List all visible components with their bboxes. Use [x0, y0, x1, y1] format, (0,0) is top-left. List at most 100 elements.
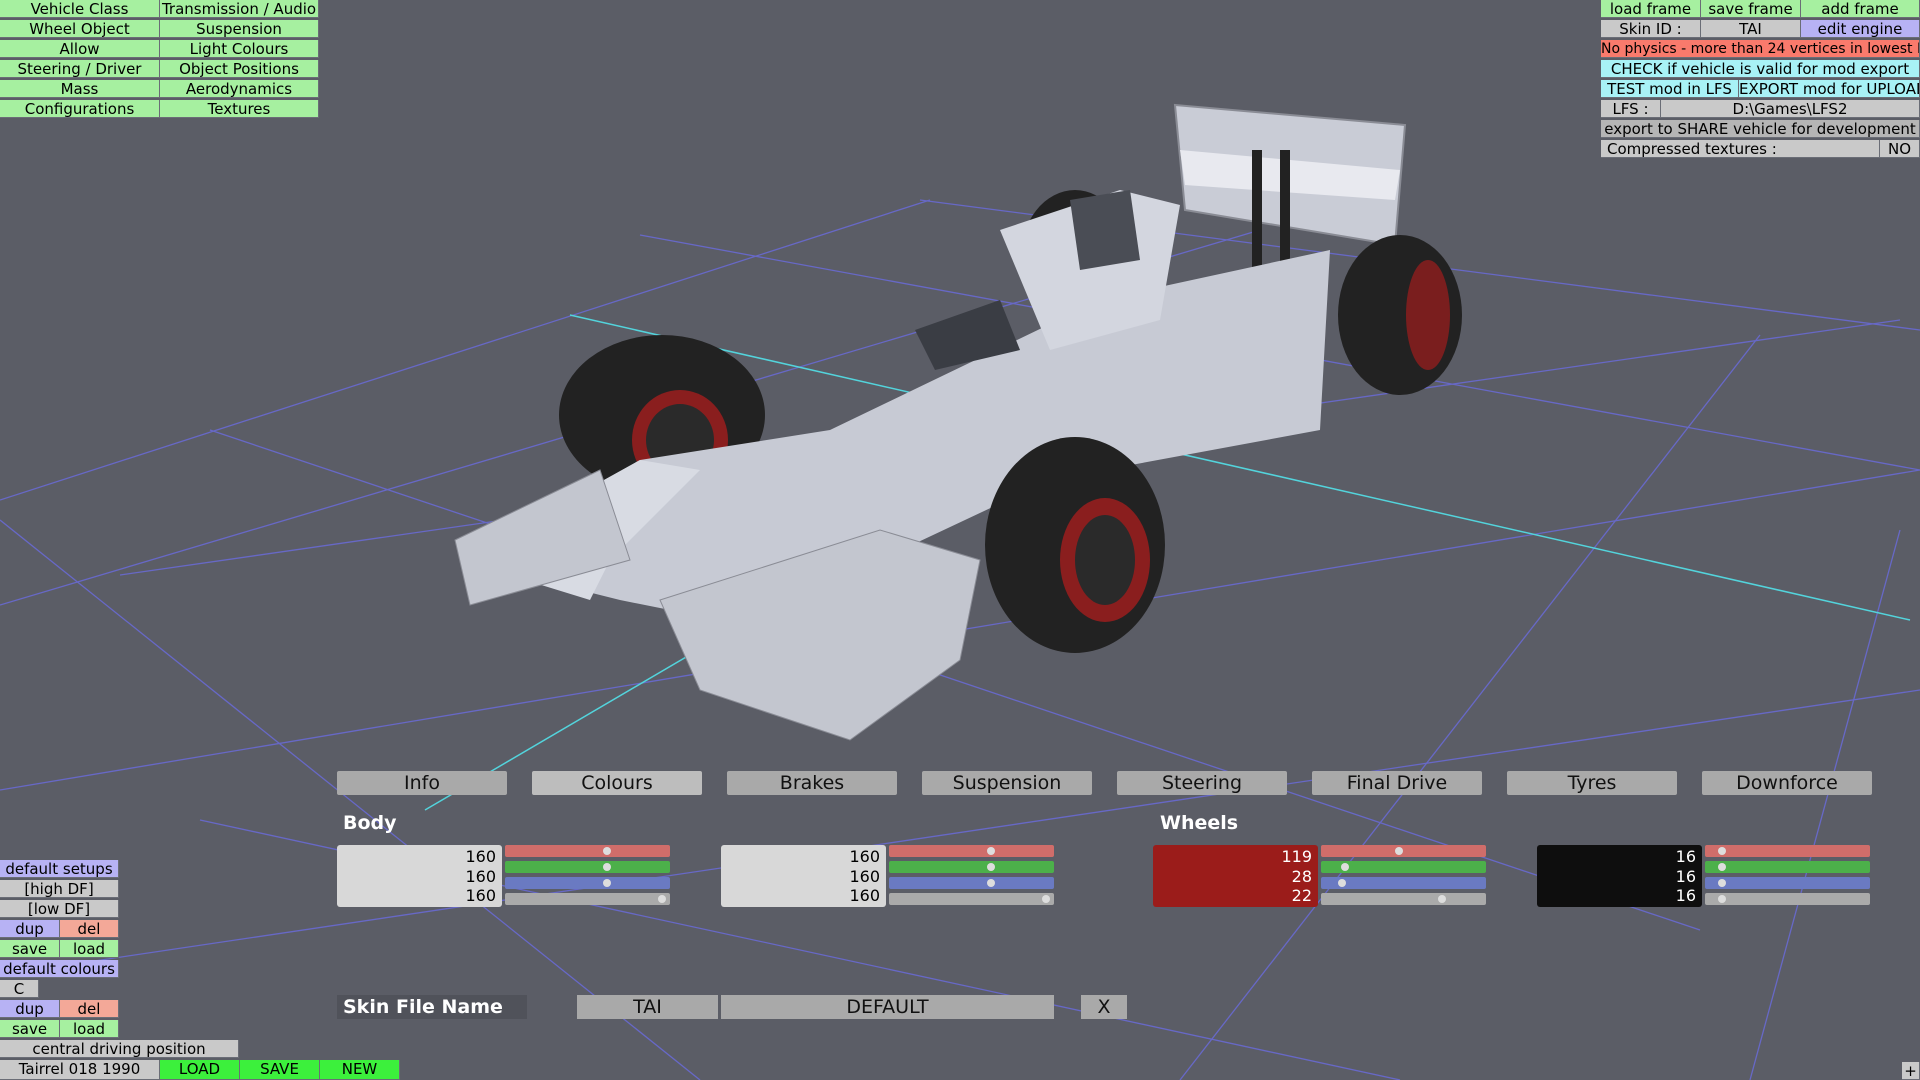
compressed-textures-toggle[interactable]: NO	[1880, 140, 1920, 158]
channel-slider[interactable]	[1705, 877, 1870, 889]
menu-item-textures[interactable]: Textures	[160, 100, 319, 118]
menu-item-light-colours[interactable]: Light Colours	[160, 40, 319, 58]
slider-handle[interactable]	[602, 863, 611, 871]
skin-id-label: Skin ID :	[1601, 20, 1701, 38]
menu-item-steering-driver[interactable]: Steering / Driver	[0, 60, 160, 78]
channel-value-g: 16	[1675, 866, 1696, 886]
channel-slider[interactable]	[889, 877, 1054, 889]
slider-handle[interactable]	[986, 879, 995, 887]
channel-value-r: 119	[1281, 847, 1312, 866]
low-df-setup[interactable]: [low DF]	[0, 900, 119, 918]
channel-slider[interactable]	[1705, 861, 1870, 873]
channel-slider[interactable]	[889, 893, 1054, 905]
channel-value-r: 160	[849, 847, 880, 866]
tab-tyres[interactable]: Tyres	[1507, 771, 1677, 795]
tab-final-drive[interactable]: Final Drive	[1312, 771, 1482, 795]
channel-slider[interactable]	[1321, 893, 1486, 905]
slider-handle[interactable]	[1042, 895, 1050, 903]
slider-handle[interactable]	[1717, 863, 1726, 871]
setup-load-button[interactable]: load	[60, 940, 119, 958]
export-share-button[interactable]: export to SHARE vehicle for development	[1601, 120, 1920, 138]
load-car-button[interactable]: LOAD	[160, 1060, 240, 1080]
slider-handle[interactable]	[986, 863, 995, 871]
lfs-path-field[interactable]: D:\Games\LFS2	[1661, 100, 1920, 118]
slider-handle[interactable]	[602, 847, 611, 855]
slider-handle[interactable]	[1717, 879, 1726, 887]
channel-value-r: 160	[465, 847, 496, 866]
tab-info[interactable]: Info	[337, 771, 507, 795]
colour-swatch[interactable]: 160 160 160	[721, 845, 886, 907]
plus-icon[interactable]: +	[1902, 1062, 1920, 1080]
colour-c-button[interactable]: C	[0, 980, 39, 998]
menu-item-wheel-object[interactable]: Wheel Object	[0, 20, 160, 38]
slider-handle[interactable]	[1717, 895, 1726, 903]
menu-item-suspension[interactable]: Suspension	[160, 20, 319, 38]
menu-item-aerodynamics[interactable]: Aerodynamics	[160, 80, 319, 98]
tab-suspension[interactable]: Suspension	[922, 771, 1092, 795]
channel-value-g: 160	[465, 866, 496, 886]
colour-swatch[interactable]: 16 16 16	[1537, 845, 1702, 907]
central-driving-toggle[interactable]: central driving position	[0, 1040, 239, 1058]
export-mod-button[interactable]: EXPORT mod for UPLOAD	[1739, 80, 1920, 98]
close-button[interactable]: X	[1081, 995, 1127, 1019]
channel-slider[interactable]	[889, 845, 1054, 857]
skin-id-value[interactable]: TAI	[1701, 20, 1801, 38]
skin-name-field[interactable]: TAI	[577, 995, 718, 1019]
skin-file-name-label: Skin File Name	[337, 995, 527, 1019]
channel-slider[interactable]	[505, 845, 670, 857]
colour-swatch[interactable]: 160 160 160	[337, 845, 502, 907]
setup-dup-button[interactable]: dup	[0, 920, 60, 938]
car-name-field[interactable]: Tairrel 018 1990	[0, 1060, 160, 1080]
channel-slider[interactable]	[1321, 845, 1486, 857]
colour-del-button[interactable]: del	[60, 1000, 119, 1018]
edit-engine-button[interactable]: edit engine	[1801, 20, 1920, 38]
high-df-setup[interactable]: [high DF]	[0, 880, 119, 898]
menu-item-allow[interactable]: Allow	[0, 40, 160, 58]
save-frame-button[interactable]: save frame	[1701, 0, 1801, 18]
tab-brakes[interactable]: Brakes	[727, 771, 897, 795]
slider-handle[interactable]	[658, 895, 666, 903]
check-valid-button[interactable]: CHECK if vehicle is valid for mod export	[1601, 60, 1920, 78]
compressed-textures-label: Compressed textures :	[1601, 140, 1880, 158]
channel-slider[interactable]	[505, 893, 670, 905]
channel-value-g: 160	[849, 866, 880, 886]
menu-item-transmission-audio[interactable]: Transmission / Audio	[160, 0, 319, 18]
add-frame-button[interactable]: add frame	[1801, 0, 1920, 18]
channel-slider[interactable]	[1705, 893, 1870, 905]
menu-item-vehicle-class[interactable]: Vehicle Class	[0, 0, 160, 18]
colour-load-button[interactable]: load	[60, 1020, 119, 1038]
channel-slider[interactable]	[1705, 845, 1870, 857]
default-setups-button[interactable]: default setups	[0, 860, 119, 878]
setup-save-button[interactable]: save	[0, 940, 60, 958]
tab-colours[interactable]: Colours	[532, 771, 702, 795]
tab-downforce[interactable]: Downforce	[1702, 771, 1872, 795]
setup-del-button[interactable]: del	[60, 920, 119, 938]
default-colours-button[interactable]: default colours	[0, 960, 119, 978]
test-mod-button[interactable]: TEST mod in LFS	[1601, 80, 1739, 98]
3d-viewport[interactable]	[0, 0, 1920, 1080]
lfs-label: LFS :	[1601, 100, 1661, 118]
menu-item-object-positions[interactable]: Object Positions	[160, 60, 319, 78]
colour-save-button[interactable]: save	[0, 1020, 60, 1038]
slider-handle[interactable]	[986, 847, 995, 855]
load-frame-button[interactable]: load frame	[1601, 0, 1701, 18]
save-car-button[interactable]: SAVE	[240, 1060, 320, 1080]
channel-slider[interactable]	[505, 861, 670, 873]
channel-slider[interactable]	[505, 877, 670, 889]
colour-dup-button[interactable]: dup	[0, 1000, 60, 1018]
colour-swatch[interactable]: 119 28 22	[1153, 845, 1318, 907]
new-car-button[interactable]: NEW	[320, 1060, 400, 1080]
menu-item-mass[interactable]: Mass	[0, 80, 160, 98]
channel-value-r: 16	[1675, 847, 1696, 866]
car-model	[454, 103, 1462, 741]
slider-handle[interactable]	[1717, 847, 1726, 855]
default-skin-field[interactable]: DEFAULT	[721, 995, 1054, 1019]
body-section-title: Body	[343, 812, 397, 834]
wheels-section-title: Wheels	[1160, 812, 1239, 834]
slider-handle[interactable]	[1395, 847, 1404, 855]
tab-steering[interactable]: Steering	[1117, 771, 1287, 795]
channel-slider[interactable]	[889, 861, 1054, 873]
slider-handle[interactable]	[602, 879, 611, 887]
channel-value-g: 28	[1291, 866, 1312, 886]
menu-item-configurations[interactable]: Configurations	[0, 100, 160, 118]
